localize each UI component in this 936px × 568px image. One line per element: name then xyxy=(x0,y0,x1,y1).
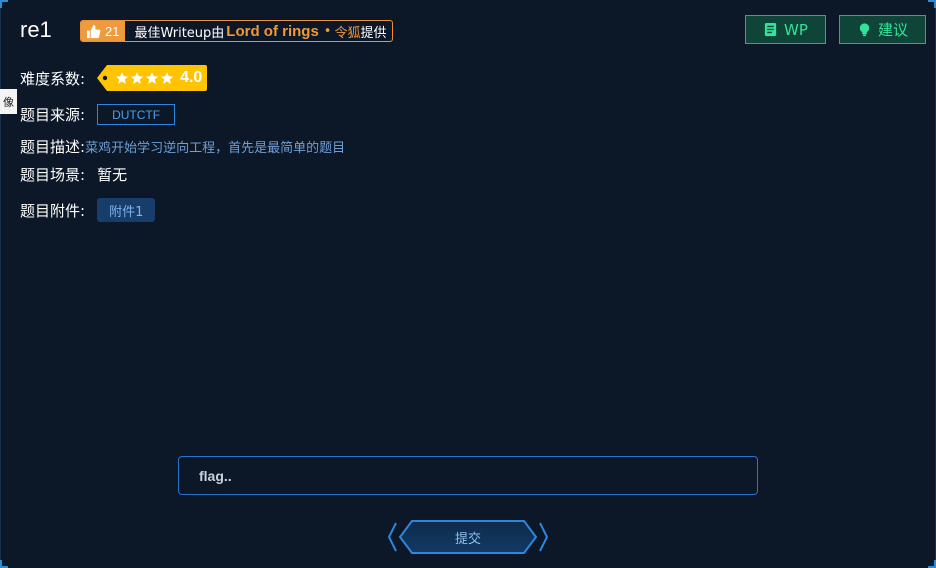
description-label: 题目描述: xyxy=(20,138,86,156)
scene-value: 暂无 xyxy=(97,166,128,184)
description-row: 题目描述: 菜鸡开始学习逆向工程，首先是最简单的题目 xyxy=(20,136,345,157)
star-icon xyxy=(160,72,174,84)
star-icon xyxy=(115,72,129,84)
challenge-title: re1 xyxy=(20,17,52,42)
star-icon xyxy=(145,72,159,84)
wp-button[interactable]: WP xyxy=(745,15,826,44)
suggest-button[interactable]: 建议 xyxy=(839,15,926,44)
scene-label: 题目场景: xyxy=(20,166,86,184)
difficulty-row: 难度系数: 4.0 xyxy=(20,65,208,91)
source-tag[interactable]: DUTCTF xyxy=(97,104,176,125)
corner-bottom-right xyxy=(928,560,936,568)
best-writeup-badge[interactable]: 21 最佳Writeup由 Lord of rings • 令狐 提供 xyxy=(80,20,393,42)
writeup-credit: 最佳Writeup由 Lord of rings • 令狐 提供 xyxy=(125,21,391,41)
lightbulb-icon xyxy=(859,23,870,37)
credit-separator: • xyxy=(323,23,332,39)
side-tab[interactable]: 像 xyxy=(0,89,17,114)
difficulty-label: 难度系数: xyxy=(20,69,86,88)
source-row: 题目来源: DUTCTF xyxy=(20,104,176,125)
corner-top-right xyxy=(928,0,936,8)
scene-row: 题目场景: 暂无 xyxy=(20,164,127,185)
thumbs-up-icon xyxy=(86,24,101,38)
corner-top-left xyxy=(0,0,8,8)
description-text: 菜鸡开始学习逆向工程，首先是最简单的题目 xyxy=(85,141,346,156)
writeup-suffix: 提供 xyxy=(360,25,387,41)
wp-button-label: WP xyxy=(784,20,808,39)
like-section[interactable]: 21 xyxy=(81,21,126,41)
suggest-button-label: 建议 xyxy=(877,21,908,39)
corner-bottom-left xyxy=(0,560,8,568)
flag-input[interactable] xyxy=(178,456,758,495)
writeup-author[interactable]: Lord of rings xyxy=(226,23,319,40)
attachments-row: 题目附件: 附件1 xyxy=(20,198,156,222)
writeup-prefix: 最佳Writeup由 xyxy=(134,25,225,41)
document-icon xyxy=(764,22,777,37)
difficulty-rating-value: 4.0 xyxy=(180,69,203,86)
source-label: 题目来源: xyxy=(20,106,86,124)
writeup-provider[interactable]: 令狐 xyxy=(334,22,360,41)
difficulty-rating-tag: 4.0 xyxy=(97,65,208,91)
stars-row: 4.0 xyxy=(97,69,202,87)
attachment-1-button[interactable]: 附件1 xyxy=(97,198,156,222)
submit-button-label: 提交 xyxy=(454,531,481,547)
left-edge-line xyxy=(0,0,1,568)
attachments-label: 题目附件: xyxy=(20,201,86,220)
star-icon xyxy=(130,72,144,84)
submit-button[interactable]: 提交 xyxy=(388,519,548,555)
like-count: 21 xyxy=(105,23,120,39)
